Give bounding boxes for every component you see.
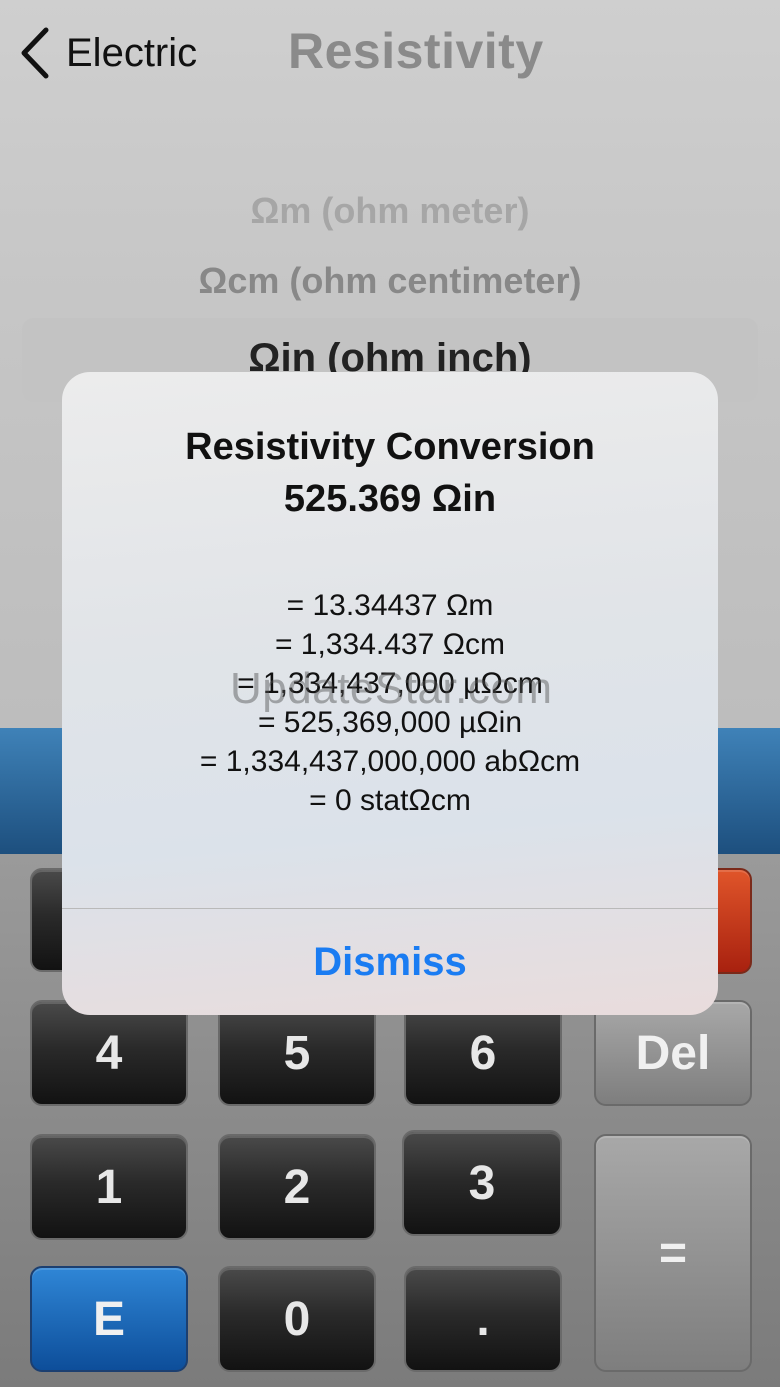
alert-divider — [62, 908, 718, 909]
conversion-line: = 1,334.437 Ωcm — [274, 628, 506, 661]
conversion-line: = 13.34437 Ωm — [286, 589, 494, 622]
watermark: UpdateStar.com — [230, 664, 553, 713]
conversion-line: = 1,334,437,000,000 abΩcm — [199, 745, 581, 778]
conversion-line: = 0 statΩcm — [309, 784, 471, 817]
conversion-alert: Resistivity Conversion 525.369 Ωin = 13.… — [62, 372, 718, 1015]
alert-value: 525.369 Ωin — [283, 478, 497, 520]
dismiss-button[interactable]: Dismiss — [62, 910, 718, 1015]
alert-title: Resistivity Conversion — [185, 426, 595, 468]
